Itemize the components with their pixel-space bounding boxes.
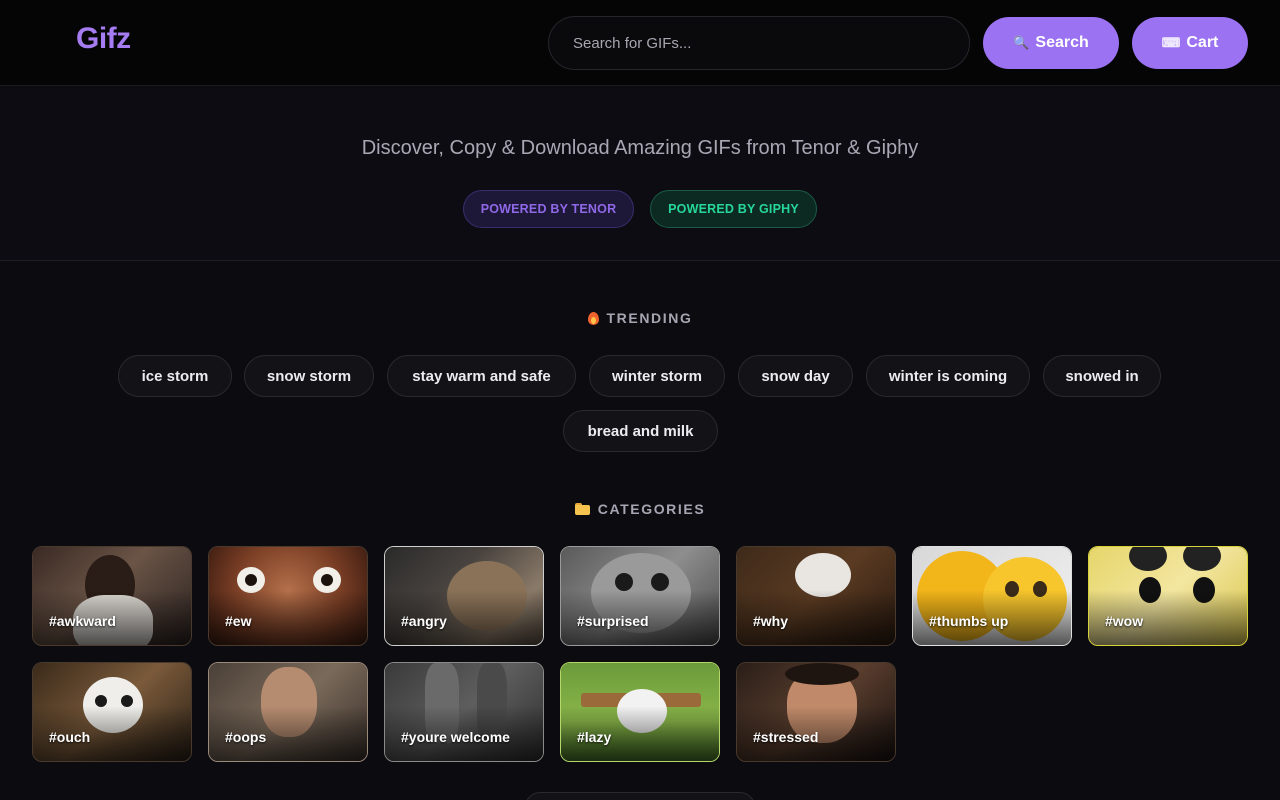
magnifier-icon: 🔍: [1013, 35, 1030, 50]
category-label: #why: [753, 613, 789, 629]
category-label: #wow: [1105, 613, 1144, 629]
load-more-button[interactable]: [525, 792, 755, 800]
category-tile-youre-welcome[interactable]: #youre welcome: [384, 662, 544, 762]
category-label: #oops: [225, 729, 267, 745]
category-label: #awkward: [49, 613, 116, 629]
category-tile-angry[interactable]: #angry: [384, 546, 544, 646]
logo[interactable]: Gifz: [76, 22, 131, 56]
trending-chip[interactable]: winter storm: [589, 355, 725, 397]
trending-title: TRENDING: [606, 310, 693, 326]
trending-chip[interactable]: stay warm and safe: [387, 355, 576, 397]
category-label: #surprised: [577, 613, 649, 629]
giphy-badge: POWERED BY GIPHY: [650, 190, 817, 228]
category-label: #ouch: [49, 729, 91, 745]
categories-title: CATEGORIES: [597, 501, 706, 517]
cart-button-label: Cart: [1186, 34, 1219, 51]
trending-chip[interactable]: winter is coming: [866, 355, 1030, 397]
categories-heading: CATEGORIES: [0, 501, 1280, 517]
category-tile-ouch[interactable]: #ouch: [32, 662, 192, 762]
category-label: #lazy: [577, 729, 612, 745]
category-tile-oops[interactable]: #oops: [208, 662, 368, 762]
trending-heading: TRENDING: [0, 310, 1280, 326]
cart-button[interactable]: ⌨ Cart: [1132, 17, 1248, 69]
category-tile-lazy[interactable]: #lazy: [560, 662, 720, 762]
trending-chip[interactable]: snow day: [738, 355, 853, 397]
hero-section: Discover, Copy & Download Amazing GIFs f…: [0, 87, 1280, 261]
category-tile-awkward[interactable]: #awkward: [32, 546, 192, 646]
trending-chip[interactable]: ice storm: [118, 355, 232, 397]
category-label: #stressed: [753, 729, 819, 745]
tenor-badge: POWERED BY TENOR: [463, 190, 634, 228]
category-label: #youre welcome: [401, 729, 510, 745]
trending-chip[interactable]: snowed in: [1043, 355, 1161, 397]
tagline: Discover, Copy & Download Amazing GIFs f…: [361, 137, 919, 159]
top-bar: Gifz 🔍 Search ⌨ Cart: [0, 0, 1280, 86]
keyboard-icon: ⌨: [1161, 35, 1181, 50]
category-tile-why[interactable]: #why: [736, 546, 896, 646]
category-label: #thumbs up: [929, 613, 1009, 629]
category-tile-ew[interactable]: #ew: [208, 546, 368, 646]
search-button-label: Search: [1035, 34, 1089, 51]
folder-icon: [574, 503, 590, 515]
search-input[interactable]: [548, 16, 970, 70]
category-label: #angry: [401, 613, 447, 629]
category-tile-thumbs-up[interactable]: #thumbs up: [912, 546, 1072, 646]
category-label: #ew: [225, 613, 252, 629]
category-tile-wow[interactable]: #wow: [1088, 546, 1248, 646]
category-tile-stressed[interactable]: #stressed: [736, 662, 896, 762]
search-button[interactable]: 🔍 Search: [983, 17, 1119, 69]
trending-chip[interactable]: snow storm: [244, 355, 374, 397]
category-tile-surprised[interactable]: #surprised: [560, 546, 720, 646]
fire-icon: [587, 311, 599, 325]
trending-chip[interactable]: bread and milk: [563, 410, 718, 452]
